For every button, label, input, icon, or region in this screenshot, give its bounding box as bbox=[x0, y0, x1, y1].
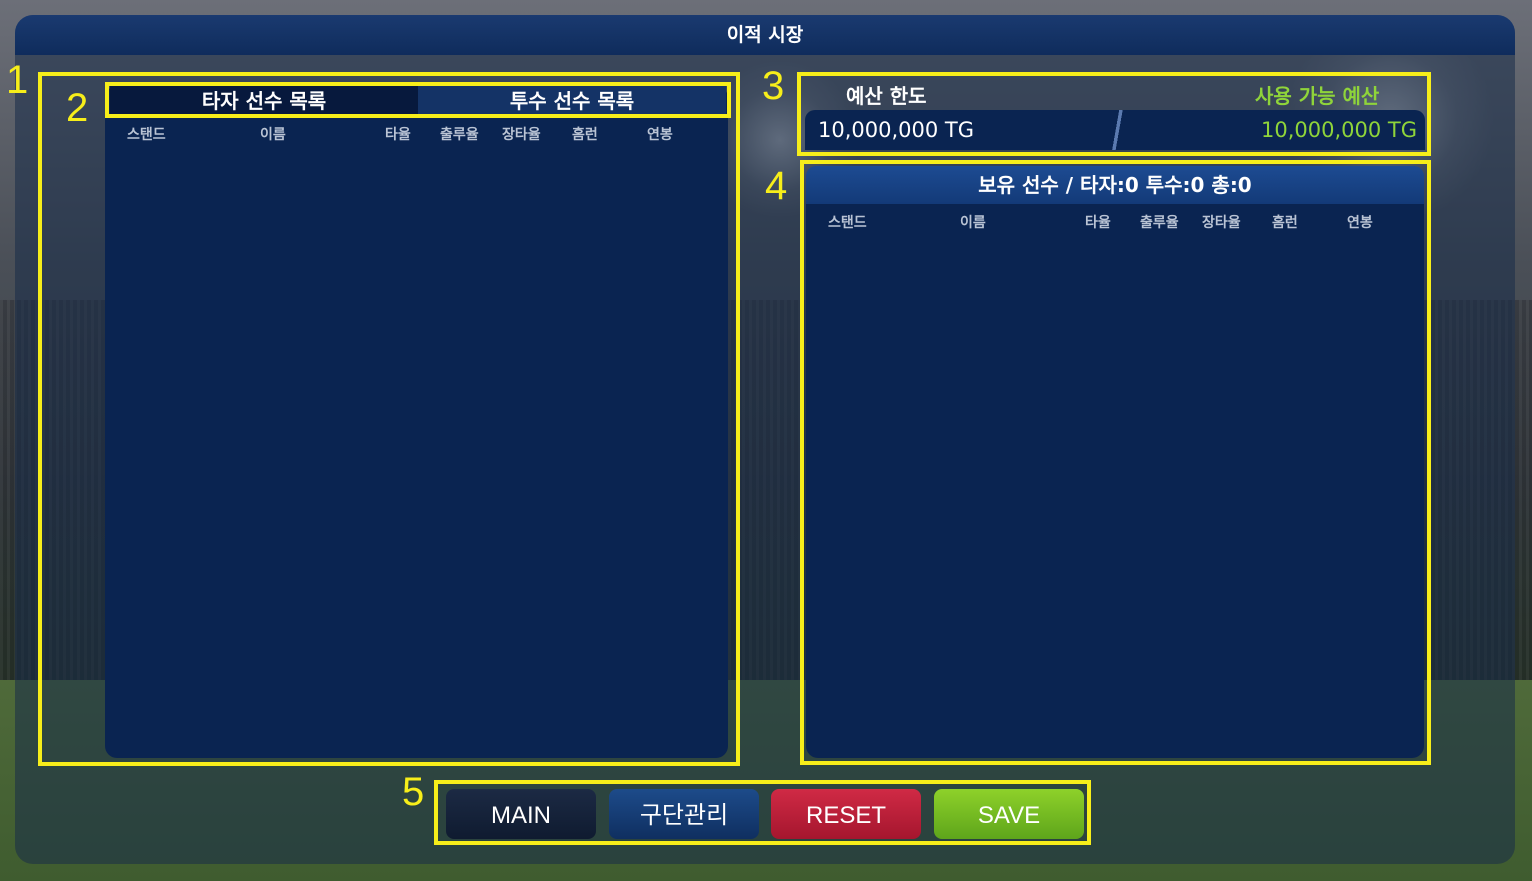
owned-players-highlight bbox=[800, 160, 1431, 765]
marker-4: 4 bbox=[765, 164, 788, 208]
market-table-header: 스탠드 이름 타율 출루율 장타율 홈런 연봉 bbox=[105, 124, 728, 148]
column-hr[interactable]: 홈런 bbox=[572, 124, 598, 144]
marker-1: 1 bbox=[6, 58, 29, 102]
marker-5: 5 bbox=[402, 770, 425, 814]
column-obp[interactable]: 출루율 bbox=[440, 124, 479, 144]
marker-2: 2 bbox=[66, 86, 89, 130]
budget-highlight bbox=[797, 72, 1431, 156]
column-avg[interactable]: 타율 bbox=[385, 124, 411, 144]
column-slg[interactable]: 장타율 bbox=[502, 124, 541, 144]
marker-3: 3 bbox=[762, 64, 785, 108]
column-stand[interactable]: 스탠드 bbox=[127, 124, 166, 144]
column-salary[interactable]: 연봉 bbox=[647, 124, 673, 144]
column-name[interactable]: 이름 bbox=[260, 124, 286, 144]
tabs-highlight bbox=[105, 82, 731, 118]
market-list-panel bbox=[105, 86, 728, 758]
buttons-highlight bbox=[434, 780, 1091, 845]
window-title: 이적 시장 bbox=[15, 15, 1515, 55]
